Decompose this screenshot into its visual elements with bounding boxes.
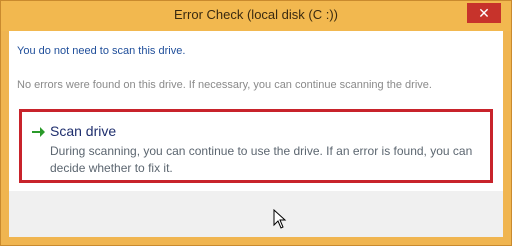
scan-drive-title: Scan drive [50,123,117,139]
dialog-footer [9,191,503,237]
title-bar[interactable]: Error Check (local disk (C :)) ✕ [1,1,511,31]
scan-drive-description: During scanning, you can continue to use… [50,144,473,175]
window-title: Error Check (local disk (C :)) [174,7,338,22]
error-check-dialog: Error Check (local disk (C :)) ✕ You do … [0,0,512,246]
dialog-content: You do not need to scan this drive. No e… [9,31,503,191]
green-arrow-icon [32,127,45,137]
status-info: No errors were found on this drive. If n… [17,79,432,91]
close-button[interactable]: ✕ [467,3,501,23]
status-headline: You do not need to scan this drive. [17,45,186,57]
scan-drive-option[interactable]: Scan drive During scanning, you can cont… [19,109,493,183]
mouse-pointer-icon [273,209,287,229]
